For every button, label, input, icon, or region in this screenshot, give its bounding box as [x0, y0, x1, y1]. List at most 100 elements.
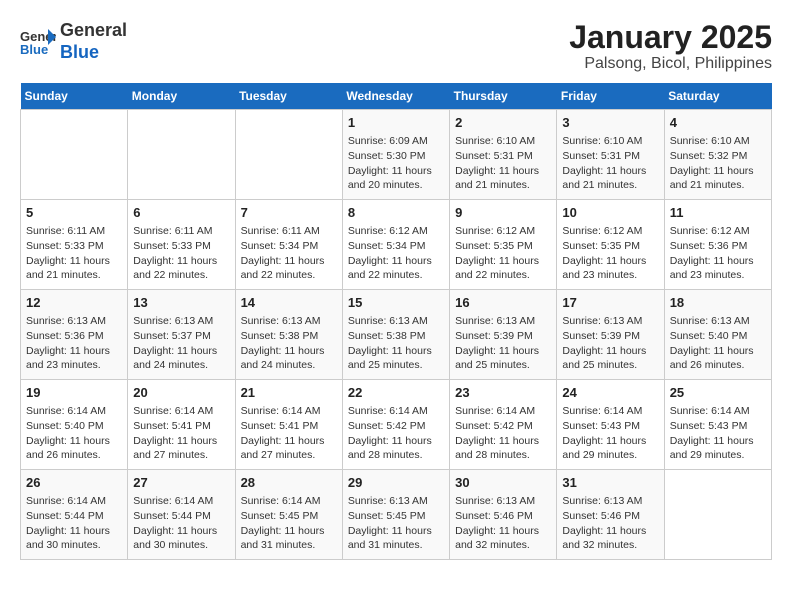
calendar-cell: 7 Sunrise: 6:11 AMSunset: 5:34 PMDaylight…: [235, 200, 342, 290]
day-info: Sunrise: 6:14 AMSunset: 5:45 PMDaylight:…: [241, 494, 337, 553]
calendar-cell: 4Sunrise: 6:10 AMSunset: 5:32 PMDaylight…: [664, 110, 771, 200]
day-info: Sunrise: 6:13 AMSunset: 5:36 PMDaylight:…: [26, 314, 122, 373]
day-number: 2: [455, 114, 551, 132]
weekday-header-friday: Friday: [557, 83, 664, 110]
title-block: January 2025 Palsong, Bicol, Philippines: [569, 20, 772, 73]
day-info: Sunrise: 6:13 AMSunset: 5:39 PMDaylight:…: [455, 314, 551, 373]
week-row-4: 19Sunrise: 6:14 AMSunset: 5:40 PMDayligh…: [21, 380, 772, 470]
calendar-cell: 27Sunrise: 6:14 AMSunset: 5:44 PMDayligh…: [128, 470, 235, 560]
day-info: Sunrise: 6:12 AMSunset: 5:34 PMDaylight:…: [348, 224, 444, 283]
week-row-3: 12 Sunrise: 6:13 AMSunset: 5:36 PMDayligh…: [21, 290, 772, 380]
day-number: 10: [562, 204, 658, 222]
day-info: Sunrise: 6:14 AMSunset: 5:44 PMDaylight:…: [26, 494, 122, 553]
weekday-header-thursday: Thursday: [450, 83, 557, 110]
calendar-cell: 18 Sunrise: 6:13 AMSunset: 5:40 PMDayligh…: [664, 290, 771, 380]
day-number: 11: [670, 204, 766, 222]
day-number: 21: [241, 384, 337, 402]
day-info: Sunrise: 6:14 AMSunset: 5:41 PMDaylight:…: [241, 404, 337, 463]
calendar-cell: [664, 470, 771, 560]
day-number: 25: [670, 384, 766, 402]
calendar-cell: 26 Sunrise: 6:14 AMSunset: 5:44 PMDayligh…: [21, 470, 128, 560]
day-info: Sunrise: 6:14 AMSunset: 5:42 PMDaylight:…: [348, 404, 444, 463]
day-number: 7: [241, 204, 337, 222]
day-number: 24: [562, 384, 658, 402]
day-info: Sunrise: 6:12 AMSunset: 5:36 PMDaylight:…: [670, 224, 766, 283]
calendar-cell: 1Sunrise: 6:09 AMSunset: 5:30 PMDaylight…: [342, 110, 449, 200]
calendar-cell: [235, 110, 342, 200]
calendar-cell: 25 Sunrise: 6:14 AMSunset: 5:43 PMDayligh…: [664, 380, 771, 470]
weekday-header-saturday: Saturday: [664, 83, 771, 110]
day-info: Sunrise: 6:14 AMSunset: 5:43 PMDaylight:…: [670, 404, 766, 463]
logo-text-blue: Blue: [60, 42, 127, 64]
day-number: 12: [26, 294, 122, 312]
day-number: 23: [455, 384, 551, 402]
calendar-cell: 19Sunrise: 6:14 AMSunset: 5:40 PMDayligh…: [21, 380, 128, 470]
day-info: Sunrise: 6:10 AMSunset: 5:31 PMDaylight:…: [455, 134, 551, 193]
calendar-table: SundayMondayTuesdayWednesdayThursdayFrid…: [20, 83, 772, 560]
day-number: 6: [133, 204, 229, 222]
day-info: Sunrise: 6:11 AMSunset: 5:34 PMDaylight:…: [241, 224, 337, 283]
day-number: 13: [133, 294, 229, 312]
day-info: Sunrise: 6:14 AMSunset: 5:42 PMDaylight:…: [455, 404, 551, 463]
day-number: 15: [348, 294, 444, 312]
day-info: Sunrise: 6:14 AMSunset: 5:41 PMDaylight:…: [133, 404, 229, 463]
day-number: 18: [670, 294, 766, 312]
calendar-cell: 9 Sunrise: 6:12 AMSunset: 5:35 PMDaylight…: [450, 200, 557, 290]
day-number: 4: [670, 114, 766, 132]
week-row-2: 5 Sunrise: 6:11 AMSunset: 5:33 PMDaylight…: [21, 200, 772, 290]
calendar-cell: [128, 110, 235, 200]
day-info: Sunrise: 6:12 AMSunset: 5:35 PMDaylight:…: [562, 224, 658, 283]
week-row-5: 26 Sunrise: 6:14 AMSunset: 5:44 PMDayligh…: [21, 470, 772, 560]
weekday-header-tuesday: Tuesday: [235, 83, 342, 110]
day-number: 22: [348, 384, 444, 402]
day-info: Sunrise: 6:13 AMSunset: 5:45 PMDaylight:…: [348, 494, 444, 553]
calendar-cell: 8 Sunrise: 6:12 AMSunset: 5:34 PMDaylight…: [342, 200, 449, 290]
calendar-cell: 24 Sunrise: 6:14 AMSunset: 5:43 PMDayligh…: [557, 380, 664, 470]
day-number: 28: [241, 474, 337, 492]
day-number: 3: [562, 114, 658, 132]
calendar-cell: 20 Sunrise: 6:14 AMSunset: 5:41 PMDayligh…: [128, 380, 235, 470]
day-number: 5: [26, 204, 122, 222]
logo-text-general: General: [60, 20, 127, 42]
day-info: Sunrise: 6:13 AMSunset: 5:38 PMDaylight:…: [348, 314, 444, 373]
calendar-cell: 11 Sunrise: 6:12 AMSunset: 5:36 PMDayligh…: [664, 200, 771, 290]
logo-icon: General Blue: [20, 27, 56, 57]
day-number: 26: [26, 474, 122, 492]
day-info: Sunrise: 6:13 AMSunset: 5:37 PMDaylight:…: [133, 314, 229, 373]
day-info: Sunrise: 6:14 AMSunset: 5:40 PMDaylight:…: [26, 404, 122, 463]
day-number: 29: [348, 474, 444, 492]
weekday-header-row: SundayMondayTuesdayWednesdayThursdayFrid…: [21, 83, 772, 110]
day-info: Sunrise: 6:14 AMSunset: 5:43 PMDaylight:…: [562, 404, 658, 463]
day-info: Sunrise: 6:13 AMSunset: 5:38 PMDaylight:…: [241, 314, 337, 373]
day-number: 9: [455, 204, 551, 222]
weekday-header-monday: Monday: [128, 83, 235, 110]
day-info: Sunrise: 6:13 AMSunset: 5:40 PMDaylight:…: [670, 314, 766, 373]
calendar-cell: 2 Sunrise: 6:10 AMSunset: 5:31 PMDaylight…: [450, 110, 557, 200]
day-number: 31: [562, 474, 658, 492]
calendar-cell: 17Sunrise: 6:13 AMSunset: 5:39 PMDayligh…: [557, 290, 664, 380]
day-number: 30: [455, 474, 551, 492]
calendar-cell: 22 Sunrise: 6:14 AMSunset: 5:42 PMDayligh…: [342, 380, 449, 470]
calendar-cell: 15 Sunrise: 6:13 AMSunset: 5:38 PMDayligh…: [342, 290, 449, 380]
calendar-cell: 14 Sunrise: 6:13 AMSunset: 5:38 PMDayligh…: [235, 290, 342, 380]
day-number: 20: [133, 384, 229, 402]
day-info: Sunrise: 6:13 AMSunset: 5:39 PMDaylight:…: [562, 314, 658, 373]
day-info: Sunrise: 6:11 AMSunset: 5:33 PMDaylight:…: [133, 224, 229, 283]
svg-text:Blue: Blue: [20, 42, 48, 57]
weekday-header-wednesday: Wednesday: [342, 83, 449, 110]
day-number: 14: [241, 294, 337, 312]
calendar-cell: 23 Sunrise: 6:14 AMSunset: 5:42 PMDayligh…: [450, 380, 557, 470]
calendar-cell: 30 Sunrise: 6:13 AMSunset: 5:46 PMDayligh…: [450, 470, 557, 560]
page-title: January 2025: [569, 20, 772, 55]
day-info: Sunrise: 6:12 AMSunset: 5:35 PMDaylight:…: [455, 224, 551, 283]
calendar-cell: 31Sunrise: 6:13 AMSunset: 5:46 PMDayligh…: [557, 470, 664, 560]
calendar-cell: 21 Sunrise: 6:14 AMSunset: 5:41 PMDayligh…: [235, 380, 342, 470]
day-info: Sunrise: 6:13 AMSunset: 5:46 PMDaylight:…: [455, 494, 551, 553]
calendar-cell: 29 Sunrise: 6:13 AMSunset: 5:45 PMDayligh…: [342, 470, 449, 560]
weekday-header-sunday: Sunday: [21, 83, 128, 110]
day-number: 1: [348, 114, 444, 132]
day-number: 8: [348, 204, 444, 222]
day-info: Sunrise: 6:11 AMSunset: 5:33 PMDaylight:…: [26, 224, 122, 283]
day-info: Sunrise: 6:14 AMSunset: 5:44 PMDaylight:…: [133, 494, 229, 553]
calendar-cell: 13 Sunrise: 6:13 AMSunset: 5:37 PMDayligh…: [128, 290, 235, 380]
